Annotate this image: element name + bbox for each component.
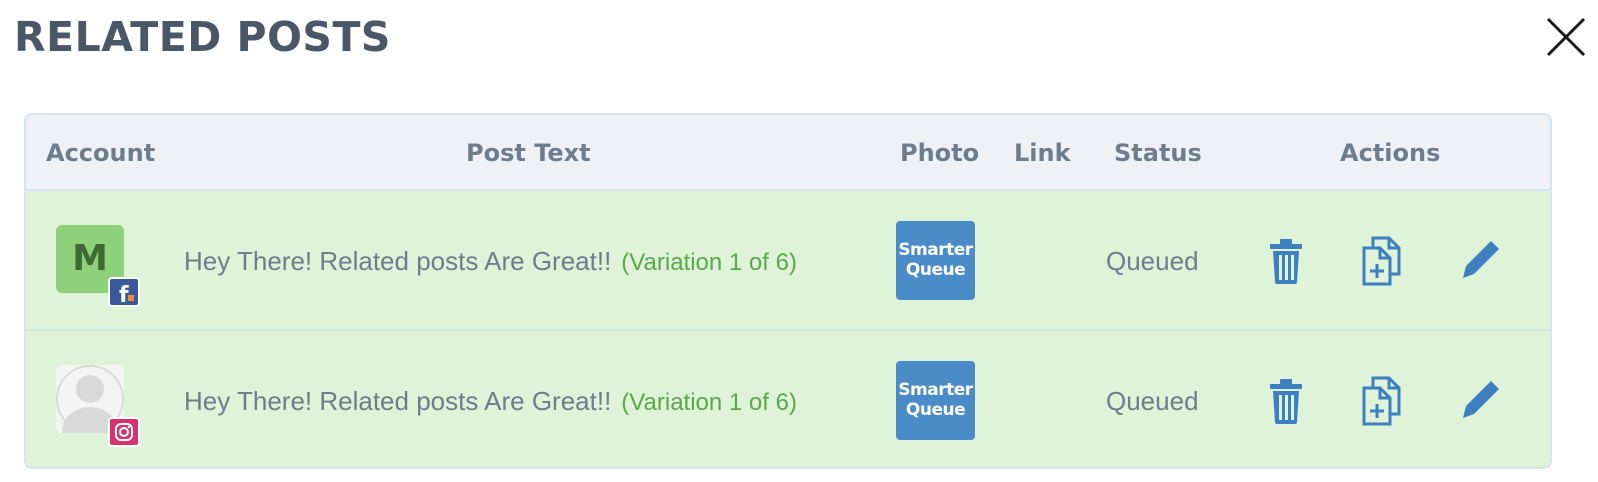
table-header: Account Post Text Photo Link Status Acti…: [26, 115, 1550, 191]
duplicate-icon: [1362, 236, 1401, 286]
svg-text:f: f: [119, 283, 129, 305]
header-post-text: Post Text: [466, 139, 591, 167]
related-posts-table: Account Post Text Photo Link Status Acti…: [24, 113, 1552, 469]
photo-thumbnail[interactable]: Smarter Queue: [896, 221, 975, 300]
status-label: Queued: [1106, 386, 1199, 416]
modal-title: RELATED POSTS: [14, 13, 391, 61]
header-account: Account: [46, 139, 156, 167]
duplicate-button[interactable]: [1359, 376, 1405, 426]
variation-label: (Variation 1 of 6): [621, 249, 797, 276]
pencil-icon: [1463, 381, 1499, 418]
table-row: M f Hey There! Related posts Are Great!!…: [26, 191, 1550, 331]
header-status: Status: [1114, 139, 1202, 167]
pencil-icon: [1463, 241, 1499, 278]
close-button[interactable]: [1545, 16, 1587, 58]
variation-label: (Variation 1 of 6): [621, 389, 797, 416]
header-actions: Actions: [1340, 139, 1441, 167]
instagram-icon: [108, 417, 140, 447]
status-label: Queued: [1106, 246, 1199, 276]
edit-button[interactable]: [1458, 376, 1504, 426]
delete-button[interactable]: [1263, 376, 1309, 426]
trash-icon: [1270, 379, 1302, 424]
photo-logo-line1: Smarter: [898, 380, 973, 400]
post-text: Hey There! Related posts Are Great!! (Var…: [184, 331, 797, 467]
header-link: Link: [1014, 139, 1071, 167]
photo-logo-line2: Queue: [905, 260, 966, 280]
photo-thumbnail[interactable]: Smarter Queue: [896, 361, 975, 440]
post-text-content: Hey There! Related posts Are Great!!: [184, 246, 612, 276]
post-text: Hey There! Related posts Are Great!! (Var…: [184, 191, 797, 331]
header-photo: Photo: [900, 139, 980, 167]
facebook-icon: f: [108, 277, 140, 307]
duplicate-button[interactable]: [1359, 236, 1405, 286]
duplicate-icon: [1362, 376, 1401, 426]
table-row: Hey There! Related posts Are Great!! (Var…: [26, 331, 1550, 467]
edit-button[interactable]: [1458, 236, 1504, 286]
trash-icon: [1270, 239, 1302, 284]
delete-button[interactable]: [1263, 236, 1309, 286]
close-icon: [1546, 17, 1586, 57]
photo-logo-line1: Smarter: [898, 240, 973, 260]
photo-logo-line2: Queue: [905, 400, 966, 420]
post-text-content: Hey There! Related posts Are Great!!: [184, 386, 612, 416]
